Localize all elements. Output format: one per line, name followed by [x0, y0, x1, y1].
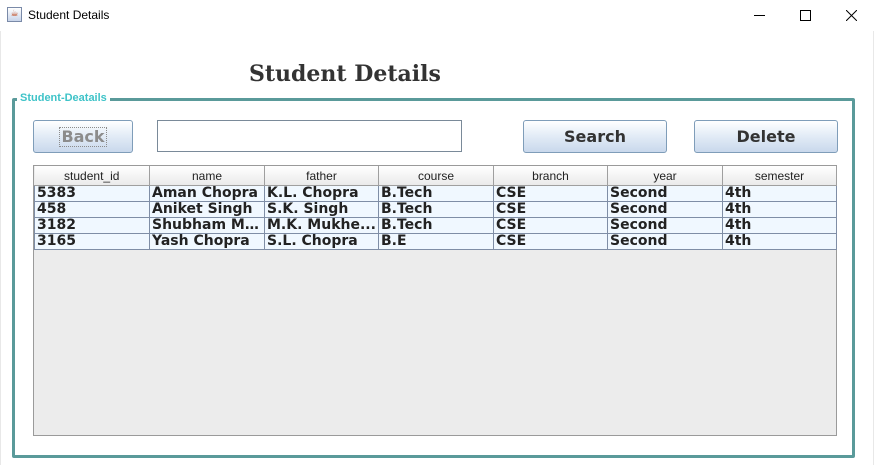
cell-year[interactable]: Second — [607, 217, 723, 234]
search-input[interactable] — [157, 120, 462, 152]
cell-branch[interactable]: CSE — [493, 217, 608, 234]
back-button[interactable]: Back — [33, 120, 133, 153]
search-button[interactable]: Search — [523, 120, 667, 153]
cell-name[interactable]: Shubham Mu... — [149, 217, 265, 234]
column-header-semester[interactable]: semester — [722, 166, 837, 186]
student-table[interactable]: student_id name father course branch yea… — [33, 165, 837, 436]
cell-course[interactable]: B.Tech — [378, 185, 494, 202]
cell-branch[interactable]: CSE — [493, 201, 608, 218]
cell-student-id[interactable]: 3165 — [34, 233, 150, 250]
minimize-button[interactable] — [736, 0, 782, 31]
table-row[interactable]: 5383 Aman Chopra K.L. Chopra B.Tech CSE … — [34, 185, 837, 202]
column-header-branch[interactable]: branch — [493, 166, 608, 186]
cell-course[interactable]: B.Tech — [378, 217, 494, 234]
table-row[interactable]: 458 Aniket Singh S.K. Singh B.Tech CSE S… — [34, 201, 837, 218]
cell-student-id[interactable]: 3182 — [34, 217, 150, 234]
cell-student-id[interactable]: 458 — [34, 201, 150, 218]
cell-year[interactable]: Second — [607, 185, 723, 202]
cell-father[interactable]: S.K. Singh — [264, 201, 379, 218]
maximize-button[interactable] — [782, 0, 828, 31]
back-button-label: Back — [59, 126, 107, 147]
cell-year[interactable]: Second — [607, 201, 723, 218]
close-icon — [845, 10, 857, 21]
cell-father[interactable]: K.L. Chopra — [264, 185, 379, 202]
cell-student-id[interactable]: 5383 — [34, 185, 150, 202]
cell-year[interactable]: Second — [607, 233, 723, 250]
maximize-icon — [799, 10, 811, 21]
column-header-course[interactable]: course — [378, 166, 494, 186]
cell-semester[interactable]: 4th — [722, 217, 837, 234]
cell-course[interactable]: B.Tech — [378, 201, 494, 218]
cell-semester[interactable]: 4th — [722, 201, 837, 218]
table-row[interactable]: 3165 Yash Chopra S.L. Chopra B.E CSE Sec… — [34, 233, 837, 250]
java-app-icon: ☕ — [7, 7, 22, 22]
page-title: Student Details — [249, 61, 441, 87]
cell-name[interactable]: Yash Chopra — [149, 233, 265, 250]
cell-name[interactable]: Aman Chopra — [149, 185, 265, 202]
student-table-grid: student_id name father course branch yea… — [34, 166, 837, 250]
cell-name[interactable]: Aniket Singh — [149, 201, 265, 218]
cell-course[interactable]: B.E — [378, 233, 494, 250]
cell-semester[interactable]: 4th — [722, 185, 837, 202]
column-header-name[interactable]: name — [149, 166, 265, 186]
column-header-year[interactable]: year — [607, 166, 723, 186]
table-header-row: student_id name father course branch yea… — [34, 166, 837, 186]
cell-branch[interactable]: CSE — [493, 185, 608, 202]
close-button[interactable] — [828, 0, 874, 31]
cell-father[interactable]: S.L. Chopra — [264, 233, 379, 250]
title-bar: ☕ Student Details — [0, 0, 874, 31]
delete-button[interactable]: Delete — [694, 120, 838, 153]
column-header-father[interactable]: father — [264, 166, 379, 186]
window-title: Student Details — [28, 8, 110, 22]
table-row[interactable]: 3182 Shubham Mu... M.K. Mukhe... B.Tech … — [34, 217, 837, 234]
column-header-student-id[interactable]: student_id — [34, 166, 150, 186]
cell-semester[interactable]: 4th — [722, 233, 837, 250]
group-title: Student-Deatails — [17, 92, 110, 104]
minimize-icon — [753, 15, 765, 16]
cell-branch[interactable]: CSE — [493, 233, 608, 250]
cell-father[interactable]: M.K. Mukhe... — [264, 217, 379, 234]
